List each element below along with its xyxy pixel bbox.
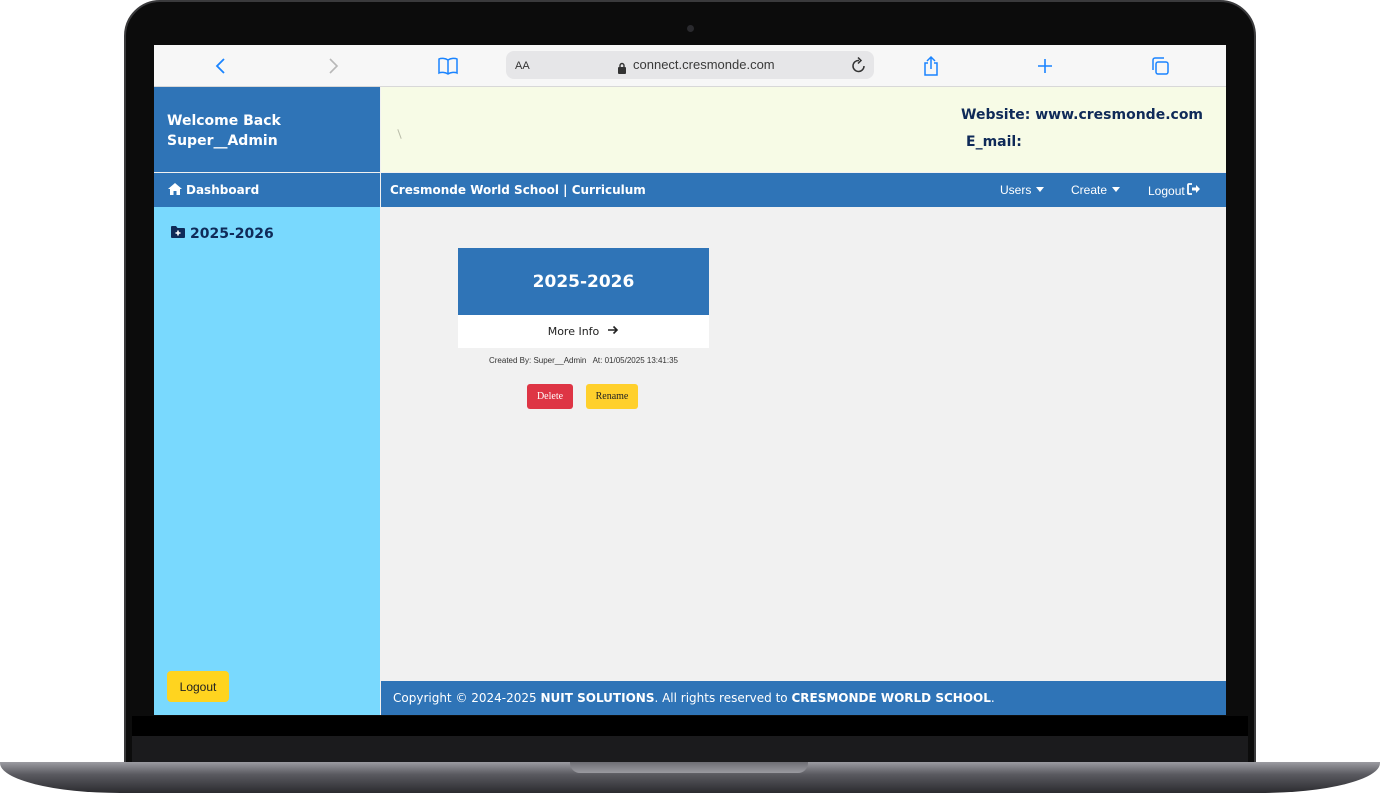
rights-text: . All rights reserved to [654,691,792,705]
delete-button[interactable]: Delete [527,384,573,409]
footer: Copyright © 2024-2025 NUIT SOLUTIONS. Al… [381,681,1226,715]
forward-icon[interactable] [324,53,344,79]
created-info: Created By: Super__Admin At: 01/05/2025 … [488,356,679,365]
website-text: Website: www.cresmonde.com [961,107,1204,123]
laptop-bezel [132,716,1248,736]
welcome-panel: Welcome Back Super__Admin [154,87,380,172]
more-info-link[interactable]: More Info [458,315,709,348]
session-card-title: 2025-2026 [458,248,709,315]
folder-plus-icon [170,225,186,243]
tabs-overview-icon[interactable] [1149,53,1171,79]
reload-icon[interactable] [850,55,868,79]
bookmarks-icon[interactable] [436,53,460,79]
back-icon[interactable] [210,53,230,79]
address-bar[interactable]: AA connect.cresmonde.com [506,51,874,79]
page-title: Cresmonde World School | Curriculum [390,183,646,197]
browser-toolbar: AA connect.cresmonde.com [154,45,1226,87]
sidebar-logout-button[interactable]: Logout [167,671,229,702]
banner-decoration [397,129,402,139]
school-name: CRESMONDE WORLD SCHOOL [791,691,991,705]
sidebar-item-label: 2025-2026 [190,226,274,242]
home-icon [167,182,183,199]
create-dropdown[interactable]: Create [1071,183,1121,197]
share-icon[interactable] [920,53,942,79]
users-dropdown[interactable]: Users [1000,183,1045,197]
arrow-right-icon [607,325,619,338]
more-info-label: More Info [547,325,600,338]
new-tab-icon[interactable] [1034,53,1056,79]
company-name: NUIT SOLUTIONS [540,691,655,705]
sign-out-icon [1186,183,1201,198]
navbar-logout-link[interactable]: Logout [1148,183,1201,198]
copyright-text: Copyright © 2024-2025 [393,691,541,705]
sidebar-item-2025-2026[interactable]: 2025-2026 [170,225,274,243]
username-text: Super__Admin [167,133,278,149]
lock-icon [617,59,627,78]
reader-size-label[interactable]: AA [515,60,530,72]
logout-label: Logout [1148,183,1185,198]
users-label: Users [1000,183,1032,197]
sidebar: 2025-2026 Logout [154,207,380,715]
welcome-text: Welcome Back [167,113,281,129]
dashboard-label: Dashboard [186,183,260,197]
url-text[interactable]: connect.cresmonde.com [633,57,775,72]
laptop-hinge [132,736,1248,764]
caret-down-icon [1036,186,1045,192]
caret-down-icon [1112,186,1121,192]
rename-button[interactable]: Rename [586,384,638,409]
webcam [687,25,694,32]
top-navbar: Cresmonde World School | Curriculum User… [381,173,1226,207]
laptop-notch [570,762,808,773]
footer-period: . [990,691,995,705]
create-label: Create [1071,183,1108,197]
screen: AA connect.cresmonde.com Welcome Back Su… [154,45,1226,715]
sidebar-item-dashboard[interactable]: Dashboard [154,173,380,207]
site-banner: Website: www.cresmonde.com E_mail: [381,87,1226,172]
email-text: E_mail: [966,134,1022,150]
